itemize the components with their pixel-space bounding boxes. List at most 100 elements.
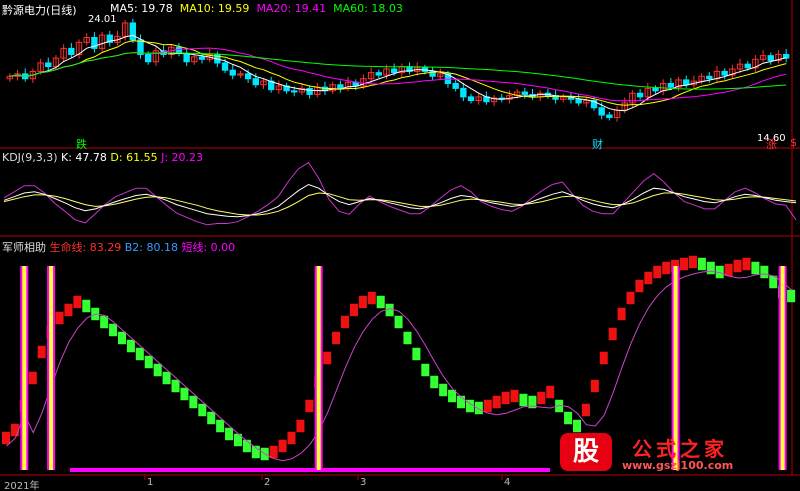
indicator-bar <box>287 431 296 445</box>
indicator-bar <box>421 363 430 377</box>
kdj-k-line <box>3 183 797 218</box>
high-annotation: 24.01 <box>88 14 117 25</box>
indicator-bar <box>546 385 555 399</box>
indicator-bar <box>394 315 403 329</box>
candle-body <box>306 87 313 95</box>
candle-body <box>606 114 613 118</box>
indicator-bar <box>706 261 715 275</box>
candle-body <box>598 107 605 116</box>
indicator-bar <box>367 291 376 305</box>
indicator-bar <box>599 351 608 365</box>
candle-body <box>375 72 382 76</box>
indicator-bar <box>2 431 11 445</box>
indicator-bar <box>323 351 332 365</box>
x-label-2: 2 <box>264 477 271 488</box>
x-label-year: 2021年 <box>4 481 40 491</box>
chart-stage: 黔源电力(日线) MA5: 19.78 MA10: 19.59 MA20: 19… <box>0 0 800 491</box>
kdj-header: KDJ(9,3,3) K: 47.78 D: 61.55 J: 20.23 <box>2 151 203 164</box>
candle-body <box>183 52 190 63</box>
kdj-k: K: 47.78 <box>61 151 107 164</box>
candle-body <box>467 96 475 102</box>
indicator-bar <box>501 391 510 405</box>
stock-title: 黔源电力(日线) <box>2 4 77 17</box>
watermark: 股 公式之家 www.gszj100.com <box>560 433 792 473</box>
indicator-bar <box>537 391 546 405</box>
indicator-bar <box>269 445 278 459</box>
kdj-j: J: 20.23 <box>161 151 204 164</box>
ma-legend: MA5: 19.78 MA10: 19.59 MA20: 19.41 MA60:… <box>110 2 403 15</box>
candle-body <box>636 92 644 98</box>
indicator-bar <box>430 375 439 389</box>
indicator-bar <box>180 387 189 401</box>
kdj-lines <box>3 161 797 226</box>
watermark-name: 公式之家 <box>632 437 728 461</box>
candle-body <box>683 79 690 86</box>
indicator-bar <box>305 399 314 413</box>
tag-zhang: 涨 <box>766 138 777 151</box>
indicator-bar <box>296 419 305 433</box>
indicator-bar <box>751 261 760 275</box>
candle-body <box>460 87 467 98</box>
candle-body <box>390 68 398 74</box>
indicator-bar <box>644 271 653 285</box>
indicator-title: 军师相助 <box>2 241 46 254</box>
dollar-marker: $ <box>790 136 797 149</box>
ma20-line <box>9 47 787 102</box>
indicator-bar <box>564 411 573 425</box>
indicator-header: 军师相助 生命线: 83.29 B2: 80.18 短线: 0.00 <box>2 239 235 255</box>
indicator-bar <box>64 303 73 317</box>
candle-body <box>744 63 751 69</box>
short-line-baseline <box>70 468 550 472</box>
indicator-bar <box>697 257 706 271</box>
candle-body <box>521 91 529 95</box>
candle-body <box>452 83 459 89</box>
indicator-bar <box>760 265 769 279</box>
indicator-bar <box>617 307 626 321</box>
x-label-3: 3 <box>360 477 367 488</box>
ma10-label: MA10: 19.59 <box>179 2 250 15</box>
candle-body <box>221 62 229 71</box>
candle-body <box>291 90 298 93</box>
spike-inner <box>316 266 321 470</box>
candle-body <box>252 78 259 86</box>
indicator-bar <box>332 331 341 345</box>
candle-body <box>244 73 252 80</box>
candle-body <box>175 46 183 54</box>
indicator-bar <box>189 395 198 409</box>
spike-inner <box>22 266 27 470</box>
ma60-label: MA60: 18.03 <box>333 2 403 15</box>
ma20-label: MA20: 19.41 <box>256 2 327 15</box>
ma5-label: MA5: 19.78 <box>110 2 173 15</box>
tag-cai: 财 <box>592 138 603 151</box>
indicator-bar <box>653 265 662 279</box>
indicator-bar <box>55 311 64 325</box>
candle-body <box>667 83 675 88</box>
kdj-title: KDJ(9,3,3) <box>2 151 58 164</box>
indicator-bar <box>626 291 635 305</box>
indicator-bar <box>483 399 492 413</box>
indicator-bar <box>733 259 742 273</box>
tag-die: 跌 <box>76 138 87 151</box>
indicator-bar <box>82 299 91 313</box>
indicator-bar <box>519 393 528 407</box>
indicator-bar <box>662 261 671 275</box>
kdj-d: D: 61.55 <box>110 151 158 164</box>
indicator-bar <box>153 363 162 377</box>
indicator-bar <box>688 255 697 269</box>
candle-body <box>68 47 75 55</box>
indicator-bar <box>492 395 501 409</box>
watermark-logo-icon: 股 <box>560 433 612 471</box>
indicator-bar <box>207 411 216 425</box>
candle-body <box>145 53 152 63</box>
candle-body <box>721 70 728 76</box>
kdj-d-line <box>3 192 797 216</box>
indicator-bar <box>37 345 46 359</box>
x-label-4: 4 <box>504 477 511 488</box>
moving-average-lines <box>9 34 787 112</box>
indicator-s1: 生命线: 83.29 <box>49 241 122 254</box>
x-label-1: 1 <box>147 477 154 488</box>
candlestick-series <box>6 18 790 122</box>
indicator-bar <box>144 355 153 369</box>
indicator-bar <box>742 257 751 271</box>
candle-body <box>767 55 774 62</box>
